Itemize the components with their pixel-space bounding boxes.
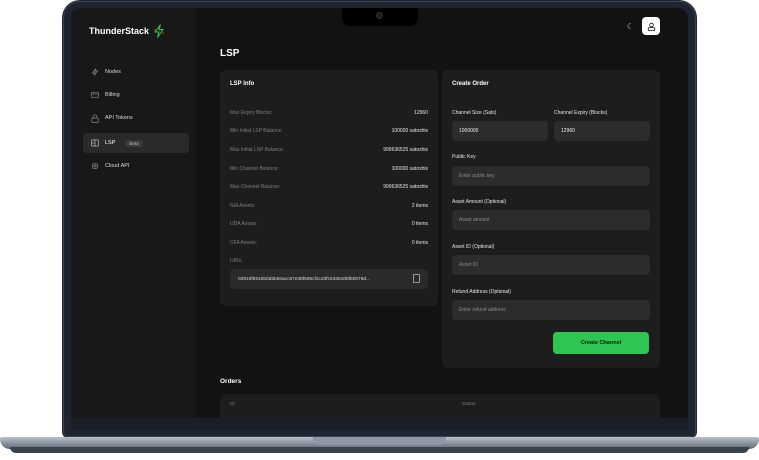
copy-icon[interactable] — [413, 274, 420, 283]
map-icon — [91, 139, 99, 147]
refund-address-label: Refund Address (Optional) — [452, 289, 511, 295]
create-order-card: Create Order Channel Size (Sats) Channel… — [442, 70, 660, 368]
brand-name: ThunderStack — [89, 26, 150, 36]
orders-column-id: ID — [230, 402, 235, 407]
info-value: 12960 — [414, 110, 428, 116]
info-key: Min Initial LSP Balance: — [230, 128, 283, 134]
uris-label: URIs: — [230, 258, 243, 264]
public-key-input[interactable] — [452, 166, 650, 186]
sidebar-item-label: Cloud API — [105, 163, 130, 169]
sidebar-item-label: Nodes — [105, 69, 121, 75]
uri-value: 03916f5916b0d5b50acc67e38f585cf2c23fc533… — [238, 276, 371, 282]
asset-amount-input[interactable] — [452, 210, 650, 230]
info-row-max-initial-lsp: Max Initial LSP Balance: 999636525 satos… — [230, 147, 428, 153]
lightning-logo-icon — [154, 24, 165, 38]
user-icon[interactable] — [642, 17, 660, 35]
lsp-info-card: LSP Info Max Expiry Blocks: 12960 Min In… — [220, 70, 438, 306]
info-value: 999636525 satoshis — [383, 147, 428, 153]
asset-id-label: Asset ID (Optional) — [452, 244, 495, 250]
sidebar-item-cloud-api[interactable]: Cloud API — [83, 156, 189, 176]
sidebar-item-label: API Tokens — [105, 115, 133, 121]
laptop-frame: ThunderStack Nodes Billing API Tokens LS… — [0, 0, 759, 460]
info-value: 100000 satoshis — [391, 166, 428, 172]
lock-icon — [91, 113, 99, 123]
bolt-icon — [91, 68, 99, 76]
info-value: 0 items — [411, 221, 428, 227]
page-title: LSP — [220, 48, 240, 59]
laptop-opening-notch — [313, 437, 446, 445]
moon-icon[interactable]: ☾ — [627, 22, 634, 31]
brand-logo[interactable]: ThunderStack — [89, 24, 165, 38]
info-row-max-expiry: Max Expiry Blocks: 12960 — [230, 110, 428, 116]
orders-column-status: Status — [462, 402, 476, 407]
channel-expiry-input[interactable] — [554, 121, 650, 141]
camera-icon — [376, 12, 383, 19]
sidebar: ThunderStack Nodes Billing API Tokens LS… — [71, 8, 196, 418]
info-key: UDA Assets: — [230, 221, 258, 227]
info-key: CFA Assets: — [230, 240, 257, 246]
create-order-title: Create Order — [452, 81, 489, 87]
info-key: Max Initial LSP Balance: — [230, 147, 285, 153]
info-value: 100000 satoshis — [391, 128, 428, 134]
info-row-uda-assets: UDA Assets: 0 items — [230, 221, 428, 227]
info-key: Min Channel Balance: — [230, 166, 279, 172]
refund-address-input[interactable] — [452, 300, 650, 320]
info-row-min-initial-lsp: Min Initial LSP Balance: 100000 satoshis — [230, 128, 428, 134]
laptop-base-shadow — [10, 447, 749, 453]
info-key: Max Expiry Blocks: — [230, 110, 273, 116]
uris-label-row: URIs: — [230, 258, 428, 264]
asset-id-input[interactable] — [452, 255, 650, 275]
sidebar-item-lsp[interactable]: LSP Beta — [83, 133, 189, 153]
channel-size-input[interactable] — [452, 121, 548, 141]
channel-size-label: Channel Size (Sats) — [452, 110, 497, 116]
info-value: 0 items — [411, 240, 428, 246]
sidebar-item-billing[interactable]: Billing — [83, 85, 189, 105]
laptop-chin — [71, 418, 688, 430]
sidebar-item-nodes[interactable]: Nodes — [83, 62, 189, 82]
info-row-cfa-assets: CFA Assets: 0 items — [230, 240, 428, 246]
gear-icon — [91, 162, 99, 170]
create-channel-button[interactable]: Create Channel — [553, 332, 649, 354]
sidebar-item-label: Billing — [105, 92, 120, 98]
sidebar-item-label: LSP — [105, 140, 116, 146]
app-screen: ThunderStack Nodes Billing API Tokens LS… — [71, 8, 688, 418]
info-row-max-channel: Max Channel Balance: 999636525 satoshis — [230, 184, 428, 190]
top-bar-actions: ☾ — [627, 17, 660, 35]
main-content: ☾ LSP LSP Info Max Expiry Blocks: 12960 … — [196, 8, 688, 418]
info-row-min-channel: Min Channel Balance: 100000 satoshis — [230, 166, 428, 172]
uri-field[interactable]: 03916f5916b0d5b50acc67e38f585cf2c23fc533… — [230, 269, 428, 289]
info-value: 999636525 satoshis — [383, 184, 428, 190]
orders-table: ID Status — [220, 394, 660, 418]
info-value: 2 items — [411, 203, 428, 209]
asset-amount-label: Asset Amount (Optional) — [452, 199, 507, 205]
info-row-nia-assets: NIA Assets: 2 items — [230, 203, 428, 209]
lsp-info-title: LSP Info — [230, 81, 255, 87]
info-key: NIA Assets: — [230, 203, 256, 209]
orders-title: Orders — [220, 378, 242, 385]
card-icon — [91, 91, 99, 99]
sidebar-item-api-tokens[interactable]: API Tokens — [83, 108, 189, 128]
public-key-label: Public Key — [452, 154, 476, 160]
info-key: Max Channel Balance: — [230, 184, 281, 190]
channel-expiry-label: Channel Expiry (Blocks) — [554, 110, 608, 116]
beta-badge: Beta — [125, 139, 143, 147]
